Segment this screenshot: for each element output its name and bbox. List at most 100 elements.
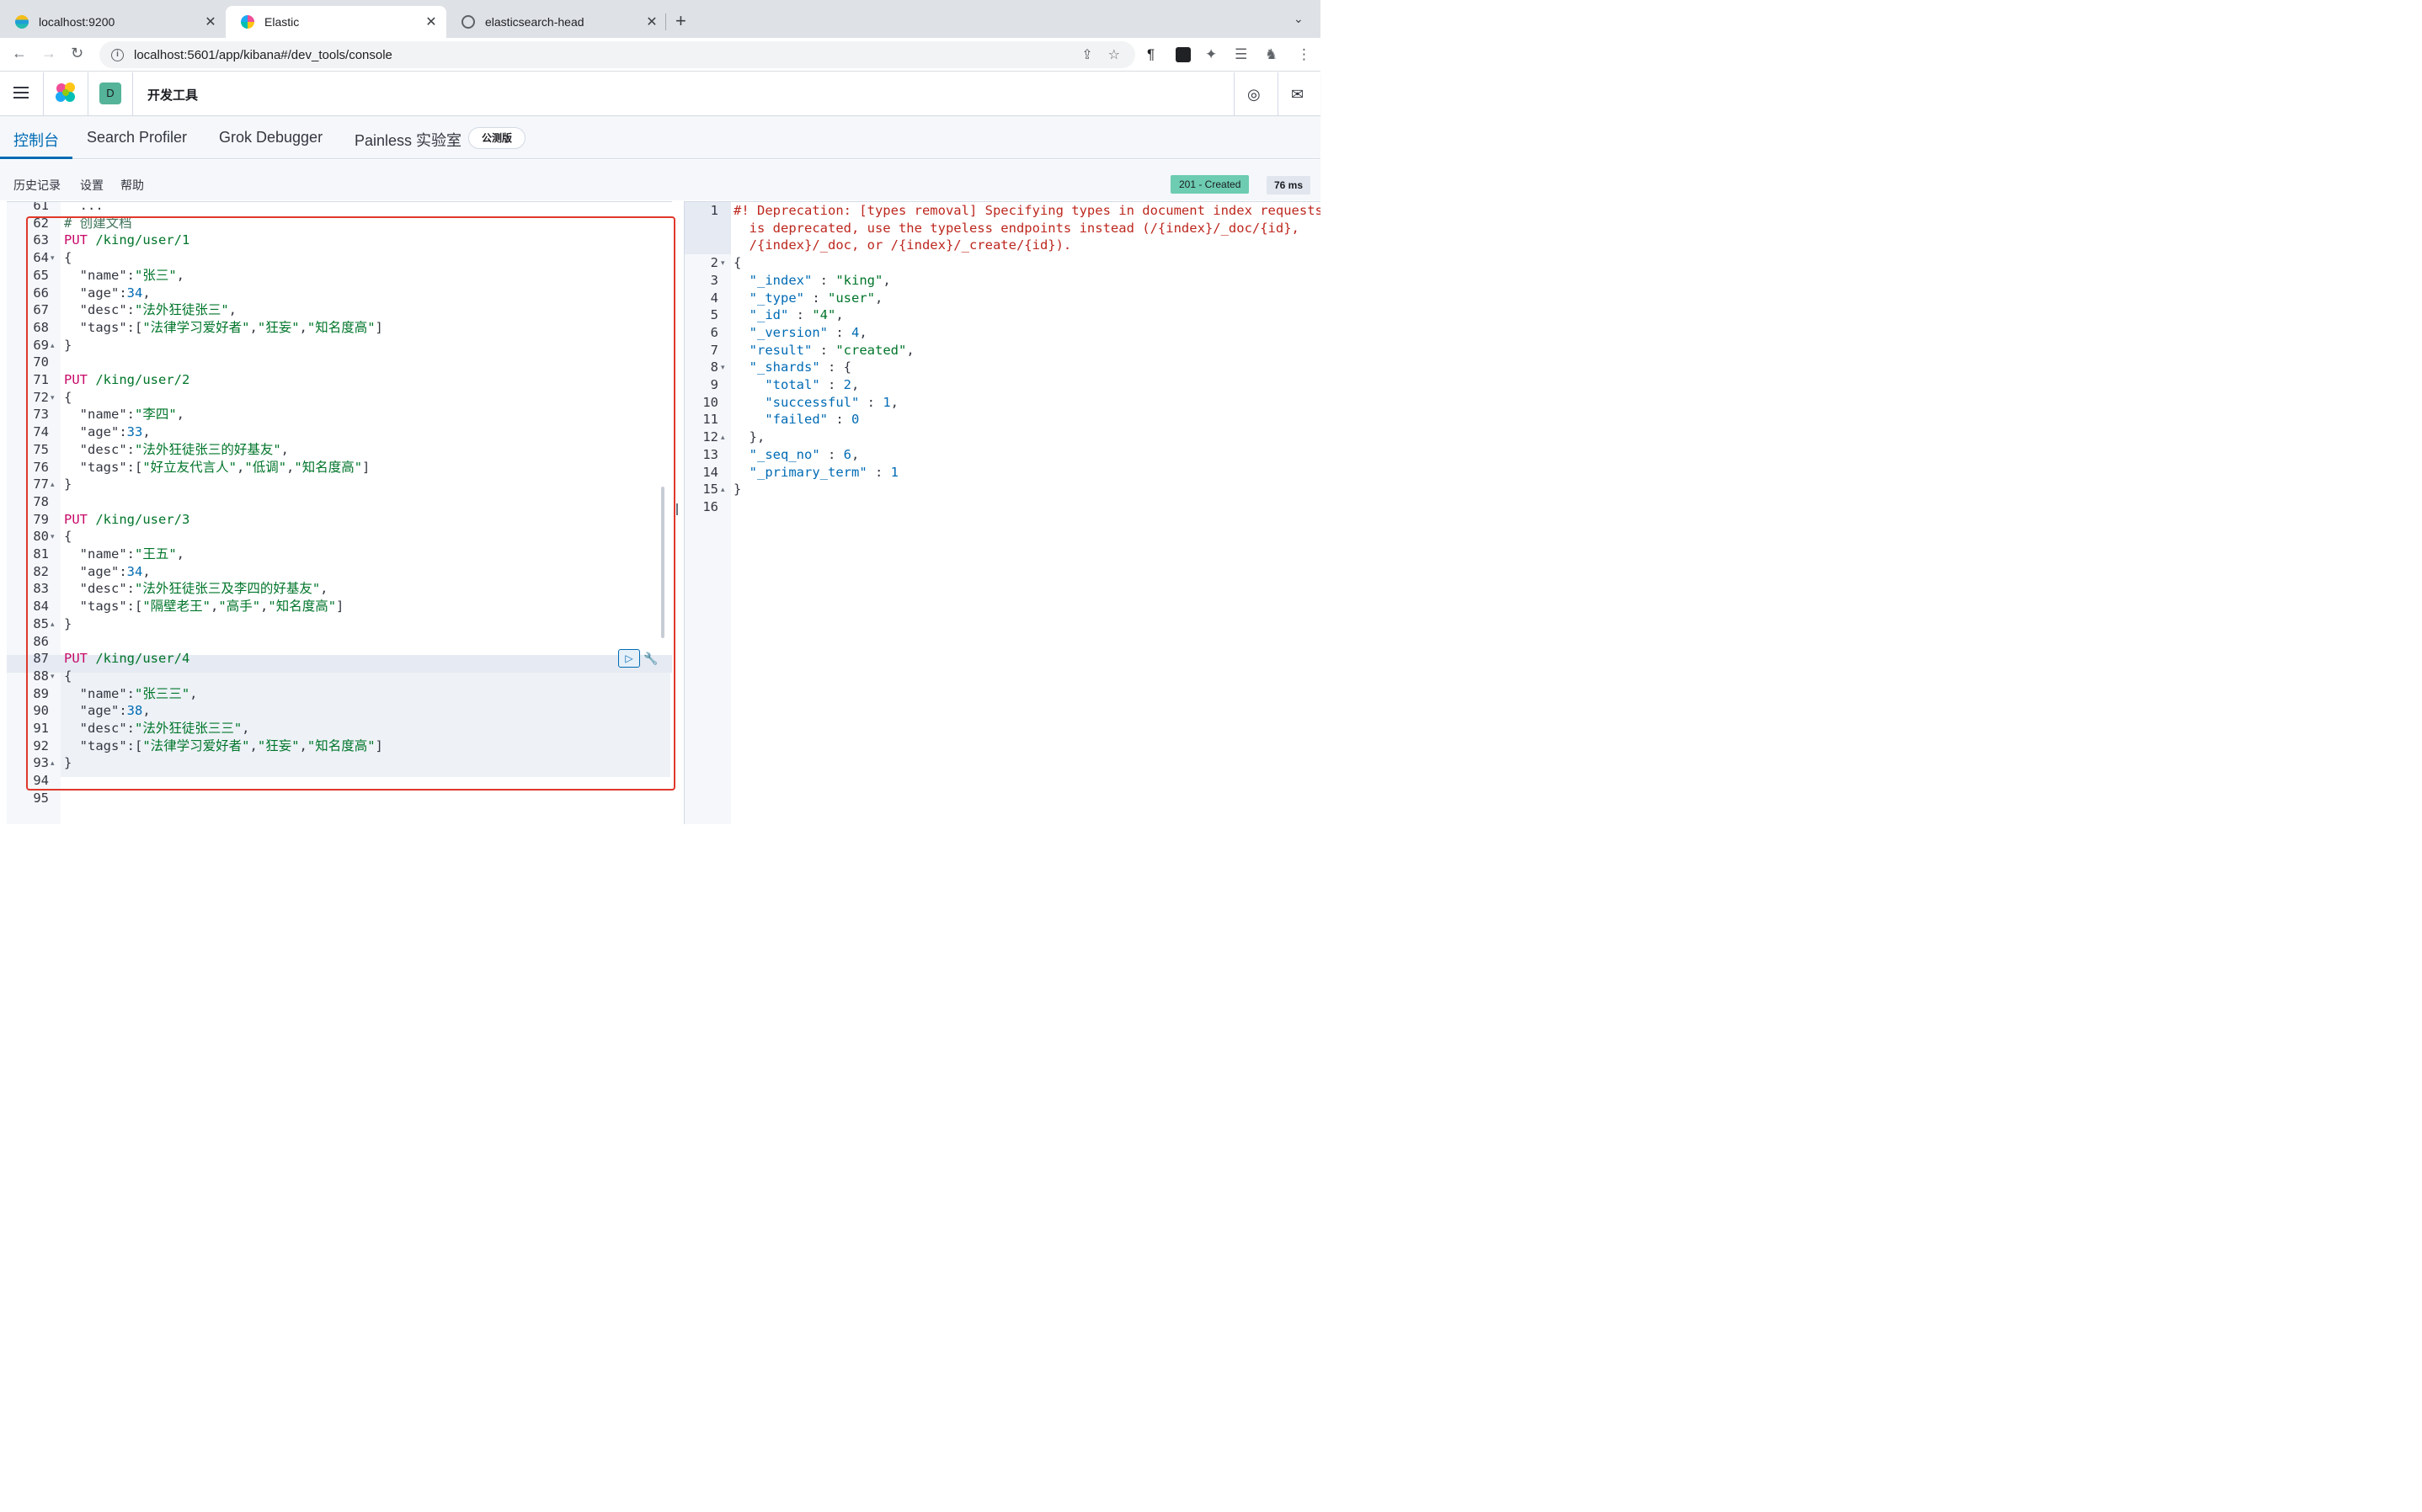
colon: :: [126, 407, 135, 423]
globe-icon: [461, 15, 475, 29]
fold-arrow-down-icon[interactable]: ▾: [51, 668, 55, 685]
json-key: "_type": [749, 290, 804, 306]
editor-scrollbar[interactable]: [661, 487, 664, 638]
tab-console[interactable]: 控制台: [13, 129, 59, 151]
response-line: "_type" : "user",: [734, 290, 883, 307]
line-number: 70: [33, 354, 49, 370]
response-line: "_shards" : {: [734, 359, 851, 376]
puzzle-extensions-icon[interactable]: ✦: [1205, 46, 1217, 63]
close-tab-icon[interactable]: ✕: [424, 13, 438, 30]
fold-arrow-up-icon[interactable]: ▴: [51, 615, 55, 633]
tab-search-profiler[interactable]: Search Profiler: [87, 129, 187, 146]
fold-arrow-up-icon[interactable]: ▴: [51, 337, 55, 354]
site-info-icon[interactable]: i: [111, 48, 124, 61]
bookmark-star-icon[interactable]: ☆: [1108, 46, 1120, 63]
code-line: PUT /king/user/3: [64, 511, 189, 529]
code-line: "age":33,: [64, 423, 151, 441]
comma: ,: [299, 319, 307, 335]
address-bar[interactable]: i localhost:5601/app/kibana#/dev_tools/c…: [99, 41, 1135, 68]
code-line: {: [64, 528, 72, 546]
elasticsearch-favicon-icon: [15, 15, 29, 29]
colon: :: [126, 459, 135, 475]
tab-search-chevron-icon[interactable]: ⌄: [1294, 12, 1304, 26]
close-tab-icon[interactable]: ✕: [204, 13, 217, 30]
fold-arrow-up-icon[interactable]: ▴: [721, 481, 725, 498]
code-line: "desc":"法外狂徒张三的好基友",: [64, 441, 289, 459]
comma: ,: [883, 272, 891, 288]
space-avatar[interactable]: D: [99, 83, 121, 104]
json-key: "total": [765, 377, 820, 392]
line-number: 13: [702, 446, 718, 462]
tampermonkey-extension-icon[interactable]: [1176, 47, 1191, 62]
json-key: "_primary_term": [749, 464, 867, 480]
close-tab-icon[interactable]: ✕: [645, 13, 659, 30]
browser-menu-icon[interactable]: ⋮: [1297, 46, 1311, 63]
console-toolbar: 历史记录 设置 帮助: [0, 160, 1320, 200]
request-editor[interactable]: 61 ... 62 # 创建文档 63 PUT /king/user/1 64 ▾{65 …: [7, 201, 672, 824]
json-value: "法外狂徒张三": [135, 302, 229, 318]
code-text: }: [64, 755, 72, 771]
response-status-badge: 201 - Created: [1171, 175, 1250, 194]
line-number: 89: [33, 685, 49, 701]
json-key: "name": [64, 546, 127, 562]
browser-tab-localhost-9200[interactable]: localhost:9200 ✕: [0, 6, 226, 38]
code-text: {: [64, 250, 72, 266]
help-lifebuoy-icon[interactable]: ◎: [1247, 86, 1261, 104]
code-line: "name":"张三三",: [64, 685, 198, 703]
panel-resizer-handle[interactable]: [676, 503, 678, 515]
fold-arrow-up-icon[interactable]: ▴: [721, 429, 725, 446]
fold-arrow-down-icon[interactable]: ▾: [51, 389, 55, 407]
elastic-logo-icon[interactable]: [54, 81, 77, 104]
help-link[interactable]: 帮助: [120, 177, 144, 194]
code-text: }: [64, 615, 72, 631]
share-icon[interactable]: ⇪: [1081, 46, 1092, 63]
code-line: PUT /king/user/2: [64, 371, 189, 389]
colon: :: [804, 290, 828, 306]
colon: :: [126, 319, 135, 335]
fold-arrow-down-icon[interactable]: ▾: [721, 359, 725, 376]
bracket: [: [135, 319, 143, 335]
comma: ,: [211, 599, 219, 615]
back-arrow-icon[interactable]: ←: [12, 45, 27, 62]
fold-arrow-down-icon[interactable]: ▾: [51, 528, 55, 546]
response-line: }: [734, 481, 741, 498]
new-tab-plus-icon[interactable]: +: [675, 10, 686, 32]
fold-arrow-down-icon[interactable]: ▾: [51, 249, 55, 267]
line-number: 88: [33, 668, 49, 684]
wrench-options-icon[interactable]: 🔧: [642, 649, 660, 668]
profile-avatar-icon[interactable]: ♞: [1265, 46, 1278, 63]
fold-arrow-up-icon[interactable]: ▴: [51, 476, 55, 493]
json-value: "法外狂徒张三的好基友": [135, 441, 281, 457]
newsfeed-mail-icon[interactable]: ✉: [1291, 86, 1304, 104]
code-line: "name":"张三",: [64, 267, 184, 285]
code-line: "desc":"法外狂徒张三",: [64, 301, 237, 319]
play-run-request-icon[interactable]: ▷: [618, 649, 640, 668]
settings-link[interactable]: 设置: [80, 177, 104, 194]
tab-painless-lab[interactable]: Painless 实验室: [355, 129, 461, 151]
pilcrow-extension-icon[interactable]: ¶: [1147, 46, 1155, 63]
tab-grok-debugger[interactable]: Grok Debugger: [219, 129, 323, 146]
reading-list-icon[interactable]: ☰: [1235, 46, 1247, 63]
forward-arrow-icon[interactable]: →: [41, 45, 56, 62]
fold-arrow-down-icon[interactable]: ▾: [721, 254, 725, 272]
browser-tab-elastic[interactable]: Elastic ✕: [226, 6, 446, 38]
line-number: 68: [33, 319, 49, 335]
deprecation-warning: is deprecated, use the typeless endpoint…: [734, 220, 1299, 236]
deprecation-warning: #! Deprecation: [types removal] Specifyi…: [734, 203, 1320, 218]
colon: :: [867, 464, 891, 480]
code-line: PUT /king/user/4: [64, 650, 189, 668]
browser-tab-elasticsearch-head[interactable]: elasticsearch-head ✕: [446, 6, 667, 38]
menu-hamburger-icon[interactable]: [13, 87, 29, 98]
colon: :: [126, 302, 135, 318]
request-path: /king/user/3: [88, 511, 190, 527]
code-line: {: [64, 668, 72, 685]
fold-arrow-up-icon[interactable]: ▴: [51, 754, 55, 772]
comma: ,: [906, 342, 915, 358]
response-editor[interactable]: 1 #! Deprecation: [types removal] Specify…: [684, 201, 1320, 824]
bracket: ]: [375, 319, 383, 335]
reload-icon[interactable]: ↻: [71, 45, 83, 62]
json-key: "tags": [64, 319, 127, 335]
history-link[interactable]: 历史记录: [13, 177, 61, 194]
line-number: 2: [710, 255, 718, 271]
colon: :: [812, 272, 836, 288]
